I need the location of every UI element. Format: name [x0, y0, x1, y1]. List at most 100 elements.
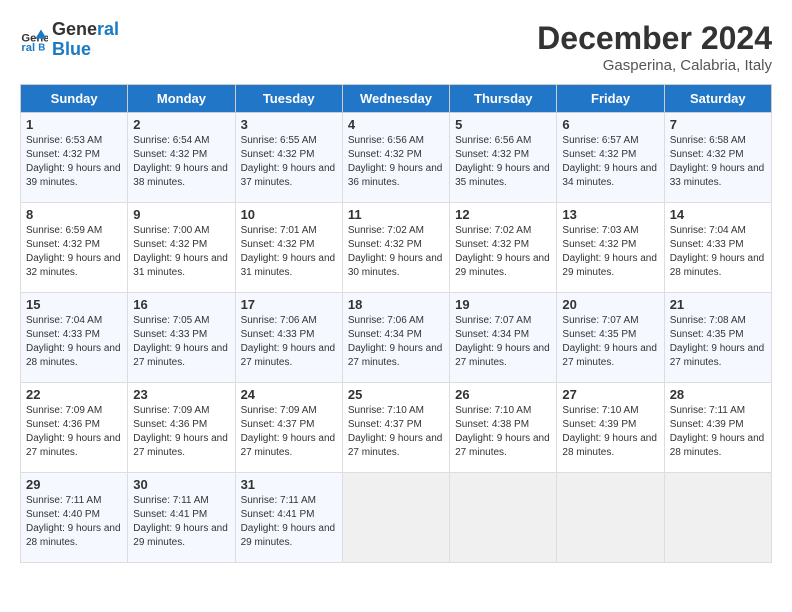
calendar-day-cell: 22 Sunrise: 7:09 AM Sunset: 4:36 PM Dayl… [21, 383, 128, 473]
svg-text:B: B [38, 42, 45, 53]
cell-content: Sunrise: 7:10 AM Sunset: 4:37 PM Dayligh… [348, 404, 444, 460]
header: Gene ral B General Blue December 2024 Ga… [20, 20, 772, 74]
day-number: 17 [241, 297, 337, 312]
cell-content: Sunrise: 7:06 AM Sunset: 4:34 PM Dayligh… [348, 314, 444, 370]
calendar-day-cell: 2 Sunrise: 6:54 AM Sunset: 4:32 PM Dayli… [128, 113, 235, 203]
day-header-monday: Monday [128, 85, 235, 113]
day-number: 20 [562, 297, 658, 312]
day-number: 5 [455, 117, 551, 132]
calendar-week-row: 15 Sunrise: 7:04 AM Sunset: 4:33 PM Dayl… [21, 293, 772, 383]
day-number: 10 [241, 207, 337, 222]
empty-cell [450, 473, 557, 563]
day-header-saturday: Saturday [664, 85, 771, 113]
day-header-wednesday: Wednesday [342, 85, 449, 113]
day-number: 16 [133, 297, 229, 312]
day-number: 19 [455, 297, 551, 312]
cell-content: Sunrise: 6:54 AM Sunset: 4:32 PM Dayligh… [133, 134, 229, 190]
day-number: 4 [348, 117, 444, 132]
cell-content: Sunrise: 7:06 AM Sunset: 4:33 PM Dayligh… [241, 314, 337, 370]
title-area: December 2024 Gasperina, Calabria, Italy [537, 20, 772, 74]
cell-content: Sunrise: 7:11 AM Sunset: 4:39 PM Dayligh… [670, 404, 766, 460]
day-header-thursday: Thursday [450, 85, 557, 113]
calendar-day-cell: 30 Sunrise: 7:11 AM Sunset: 4:41 PM Dayl… [128, 473, 235, 563]
day-number: 1 [26, 117, 122, 132]
cell-content: Sunrise: 7:03 AM Sunset: 4:32 PM Dayligh… [562, 224, 658, 280]
calendar-day-cell: 3 Sunrise: 6:55 AM Sunset: 4:32 PM Dayli… [235, 113, 342, 203]
cell-content: Sunrise: 7:02 AM Sunset: 4:32 PM Dayligh… [348, 224, 444, 280]
cell-content: Sunrise: 7:11 AM Sunset: 4:40 PM Dayligh… [26, 494, 122, 550]
day-number: 28 [670, 387, 766, 402]
day-number: 26 [455, 387, 551, 402]
calendar-week-row: 22 Sunrise: 7:09 AM Sunset: 4:36 PM Dayl… [21, 383, 772, 473]
empty-cell [342, 473, 449, 563]
day-number: 11 [348, 207, 444, 222]
day-header-tuesday: Tuesday [235, 85, 342, 113]
cell-content: Sunrise: 7:07 AM Sunset: 4:35 PM Dayligh… [562, 314, 658, 370]
month-title: December 2024 [537, 20, 772, 57]
day-number: 30 [133, 477, 229, 492]
day-number: 6 [562, 117, 658, 132]
day-number: 15 [26, 297, 122, 312]
cell-content: Sunrise: 7:07 AM Sunset: 4:34 PM Dayligh… [455, 314, 551, 370]
calendar-day-cell: 23 Sunrise: 7:09 AM Sunset: 4:36 PM Dayl… [128, 383, 235, 473]
days-header-row: SundayMondayTuesdayWednesdayThursdayFrid… [21, 85, 772, 113]
calendar-day-cell: 29 Sunrise: 7:11 AM Sunset: 4:40 PM Dayl… [21, 473, 128, 563]
calendar-day-cell: 27 Sunrise: 7:10 AM Sunset: 4:39 PM Dayl… [557, 383, 664, 473]
cell-content: Sunrise: 7:09 AM Sunset: 4:37 PM Dayligh… [241, 404, 337, 460]
cell-content: Sunrise: 7:10 AM Sunset: 4:38 PM Dayligh… [455, 404, 551, 460]
cell-content: Sunrise: 6:59 AM Sunset: 4:32 PM Dayligh… [26, 224, 122, 280]
day-number: 7 [670, 117, 766, 132]
location-subtitle: Gasperina, Calabria, Italy [537, 57, 772, 74]
cell-content: Sunrise: 7:10 AM Sunset: 4:39 PM Dayligh… [562, 404, 658, 460]
day-number: 14 [670, 207, 766, 222]
day-number: 25 [348, 387, 444, 402]
cell-content: Sunrise: 7:11 AM Sunset: 4:41 PM Dayligh… [241, 494, 337, 550]
calendar-day-cell: 16 Sunrise: 7:05 AM Sunset: 4:33 PM Dayl… [128, 293, 235, 383]
cell-content: Sunrise: 6:57 AM Sunset: 4:32 PM Dayligh… [562, 134, 658, 190]
calendar-day-cell: 7 Sunrise: 6:58 AM Sunset: 4:32 PM Dayli… [664, 113, 771, 203]
calendar-day-cell: 14 Sunrise: 7:04 AM Sunset: 4:33 PM Dayl… [664, 203, 771, 293]
day-number: 27 [562, 387, 658, 402]
cell-content: Sunrise: 7:02 AM Sunset: 4:32 PM Dayligh… [455, 224, 551, 280]
calendar-day-cell: 13 Sunrise: 7:03 AM Sunset: 4:32 PM Dayl… [557, 203, 664, 293]
day-number: 31 [241, 477, 337, 492]
calendar-table: SundayMondayTuesdayWednesdayThursdayFrid… [20, 84, 772, 563]
cell-content: Sunrise: 7:09 AM Sunset: 4:36 PM Dayligh… [133, 404, 229, 460]
day-number: 29 [26, 477, 122, 492]
cell-content: Sunrise: 7:05 AM Sunset: 4:33 PM Dayligh… [133, 314, 229, 370]
calendar-day-cell: 10 Sunrise: 7:01 AM Sunset: 4:32 PM Dayl… [235, 203, 342, 293]
cell-content: Sunrise: 7:01 AM Sunset: 4:32 PM Dayligh… [241, 224, 337, 280]
day-number: 22 [26, 387, 122, 402]
day-number: 12 [455, 207, 551, 222]
cell-content: Sunrise: 7:08 AM Sunset: 4:35 PM Dayligh… [670, 314, 766, 370]
day-number: 24 [241, 387, 337, 402]
empty-cell [664, 473, 771, 563]
day-number: 9 [133, 207, 229, 222]
cell-content: Sunrise: 6:55 AM Sunset: 4:32 PM Dayligh… [241, 134, 337, 190]
calendar-day-cell: 4 Sunrise: 6:56 AM Sunset: 4:32 PM Dayli… [342, 113, 449, 203]
calendar-day-cell: 12 Sunrise: 7:02 AM Sunset: 4:32 PM Dayl… [450, 203, 557, 293]
calendar-week-row: 29 Sunrise: 7:11 AM Sunset: 4:40 PM Dayl… [21, 473, 772, 563]
calendar-day-cell: 8 Sunrise: 6:59 AM Sunset: 4:32 PM Dayli… [21, 203, 128, 293]
calendar-day-cell: 11 Sunrise: 7:02 AM Sunset: 4:32 PM Dayl… [342, 203, 449, 293]
calendar-week-row: 1 Sunrise: 6:53 AM Sunset: 4:32 PM Dayli… [21, 113, 772, 203]
calendar-day-cell: 21 Sunrise: 7:08 AM Sunset: 4:35 PM Dayl… [664, 293, 771, 383]
day-header-friday: Friday [557, 85, 664, 113]
cell-content: Sunrise: 7:04 AM Sunset: 4:33 PM Dayligh… [26, 314, 122, 370]
calendar-day-cell: 20 Sunrise: 7:07 AM Sunset: 4:35 PM Dayl… [557, 293, 664, 383]
calendar-day-cell: 24 Sunrise: 7:09 AM Sunset: 4:37 PM Dayl… [235, 383, 342, 473]
day-header-sunday: Sunday [21, 85, 128, 113]
calendar-day-cell: 31 Sunrise: 7:11 AM Sunset: 4:41 PM Dayl… [235, 473, 342, 563]
calendar-day-cell: 9 Sunrise: 7:00 AM Sunset: 4:32 PM Dayli… [128, 203, 235, 293]
calendar-day-cell: 25 Sunrise: 7:10 AM Sunset: 4:37 PM Dayl… [342, 383, 449, 473]
calendar-day-cell: 18 Sunrise: 7:06 AM Sunset: 4:34 PM Dayl… [342, 293, 449, 383]
cell-content: Sunrise: 6:56 AM Sunset: 4:32 PM Dayligh… [455, 134, 551, 190]
logo-text: General Blue [52, 20, 119, 60]
day-number: 18 [348, 297, 444, 312]
calendar-day-cell: 19 Sunrise: 7:07 AM Sunset: 4:34 PM Dayl… [450, 293, 557, 383]
day-number: 3 [241, 117, 337, 132]
cell-content: Sunrise: 6:56 AM Sunset: 4:32 PM Dayligh… [348, 134, 444, 190]
logo-icon: Gene ral B [20, 26, 48, 54]
calendar-day-cell: 17 Sunrise: 7:06 AM Sunset: 4:33 PM Dayl… [235, 293, 342, 383]
day-number: 8 [26, 207, 122, 222]
